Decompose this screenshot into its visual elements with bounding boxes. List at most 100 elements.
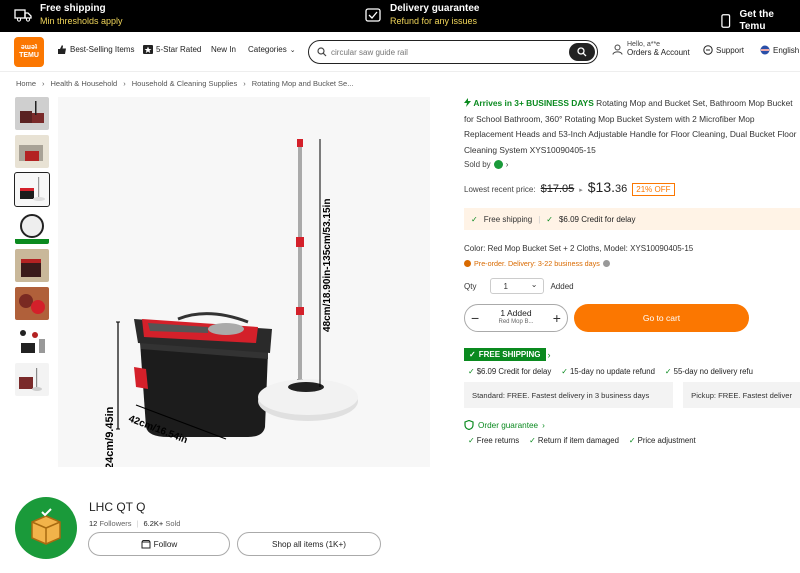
store-name[interactable]: LHC QT Q (89, 500, 145, 514)
plus-button[interactable]: + (553, 310, 561, 326)
thumbnail-4[interactable] (15, 211, 49, 244)
credit-for-delay-label: $6.09 Credit for delay (558, 214, 636, 224)
guarantee-price-adjustment: Price adjustment (637, 436, 696, 445)
alert-icon (464, 260, 471, 267)
chevron-right-icon: › (547, 349, 551, 360)
arrow-right-icon: ▸ (579, 187, 583, 194)
support-link[interactable]: Support (703, 45, 744, 55)
guarantee-return-damaged: Return if item damaged (537, 436, 619, 445)
check-icon: ✓ (468, 367, 477, 376)
price-decimal: 36 (615, 183, 628, 195)
get-app-promo[interactable]: Get the Temu (720, 9, 800, 33)
nav-five-star[interactable]: 5-Star Rated (143, 45, 201, 54)
breadcrumb-current: Rotating Mop and Bucket Se... (251, 79, 354, 88)
search-bar (308, 40, 598, 64)
quantity-value: 1 (503, 281, 508, 291)
sold-by-label: Sold by (464, 160, 491, 169)
store-card: LHC QT Q 12 Followers | 6.2K+ Sold Follo… (15, 497, 415, 567)
free-shipping-promo[interactable]: Free shipping Min thresholds apply (14, 3, 123, 27)
store-avatar[interactable] (15, 497, 77, 559)
help-icon[interactable] (602, 260, 610, 267)
promo-bar: Free shipping Min thresholds apply Deliv… (0, 0, 800, 32)
old-price: $17.05 (540, 183, 575, 195)
benefit-no-update-refund: 15-day no update refund (569, 367, 655, 376)
star-box-icon (143, 45, 153, 54)
thumbnail-2[interactable] (15, 135, 49, 168)
go-to-cart-button[interactable]: Go to cart (574, 304, 749, 332)
seller-avatar-icon[interactable] (493, 160, 503, 169)
cart-row: − 1 Added Red Mop B... + Go to cart (464, 304, 800, 332)
check-icon: ✓ (529, 436, 538, 445)
check-icon: ✓ (546, 214, 553, 224)
thumbnail-6[interactable] (15, 287, 49, 320)
language-selector[interactable]: English (760, 45, 799, 55)
minus-button[interactable]: − (471, 310, 479, 326)
follow-store-icon (141, 539, 151, 548)
nav-new-in[interactable]: New In (211, 45, 236, 54)
free-shipping-title: Free shipping (40, 3, 106, 14)
pickup-delivery-option[interactable]: Pickup: FREE. Fastest deliver (683, 382, 800, 408)
nav-best-selling[interactable]: Best-Selling Items (57, 45, 134, 54)
flag-icon (760, 45, 770, 55)
shipping-credit-box: ✓ Free shipping | ✓ $6.09 Credit for del… (464, 208, 800, 230)
follow-label: Follow (153, 539, 178, 549)
standard-delivery-option[interactable]: Standard: FREE. Fastest delivery in 3 bu… (464, 382, 674, 408)
arrival-estimate: Arrives in 3+ BUSINESS DAYS (473, 98, 594, 108)
thumbnail-3-selected[interactable] (14, 172, 50, 207)
package-icon (31, 508, 61, 545)
shop-all-items-button[interactable]: Shop all items (1K+) (237, 532, 381, 556)
check-icon: ✓ (469, 350, 476, 359)
search-button-icon (577, 47, 587, 57)
breadcrumb-health[interactable]: Health & Household (51, 79, 118, 88)
follow-button[interactable]: Follow (88, 532, 230, 556)
check-icon: ✓ (561, 367, 570, 376)
nav-categories[interactable]: Categories ⌄ (248, 45, 296, 54)
support-label: Support (716, 45, 745, 55)
quantity-stepper: − 1 Added Red Mop B... + (464, 304, 568, 332)
qty-label: Qty (464, 281, 477, 291)
guarantee-points: ✓ Free returns ✓ Return if item damaged … (464, 436, 800, 445)
logo-bottom-text: TEMU (19, 52, 39, 59)
mop-bucket-illustration: 24cm/9.45in 42cm/16.54in 48cm/18.90in-13… (104, 139, 358, 469)
benefit-credit: $6.09 Credit for delay (476, 367, 552, 376)
lowest-price-label: Lowest recent price: (464, 185, 536, 194)
delivery-guarantee-promo[interactable]: Delivery guarantee Refund for any issues (364, 3, 480, 27)
thumbnail-8[interactable] (15, 363, 49, 396)
product-title: Arrives in 3+ BUSINESS DAYS Rotating Mop… (464, 96, 800, 158)
preorder-text: Pre-order. Delivery: 3-22 business days (474, 259, 600, 268)
free-shipping-tag: ✓ FREE SHIPPING (464, 348, 546, 361)
thumbnail-strip (14, 97, 51, 401)
thumbnail-7[interactable] (15, 325, 49, 358)
thumbs-up-icon (58, 45, 66, 54)
product-main-image[interactable]: 24cm/9.45in 42cm/16.54in 48cm/18.90in-13… (58, 97, 430, 469)
account-menu[interactable]: Hello, a**e Orders & Account (612, 41, 690, 57)
quantity-row: Qty 1 ⌄ Added (464, 278, 800, 294)
temu-logo[interactable]: ǝɯǝʇ TEMU (14, 37, 44, 67)
shield-icon (464, 420, 474, 430)
delivery-guarantee-sub: Refund for any issues (390, 16, 478, 26)
chevron-right-icon: › (505, 160, 509, 169)
free-shipping-section[interactable]: ✓ FREE SHIPPING › (464, 348, 800, 361)
check-icon: ✓ (628, 436, 638, 445)
breadcrumb: Home › Health & Household › Household & Cl… (16, 79, 353, 88)
quantity-select[interactable]: 1 ⌄ (490, 278, 545, 294)
user-icon (612, 44, 623, 55)
breadcrumb-separator: › (123, 79, 126, 88)
breadcrumb-household[interactable]: Household & Cleaning Supplies (132, 79, 238, 88)
free-shipping-sub: Min thresholds apply (40, 16, 123, 26)
free-shipping-tag-text: FREE SHIPPING (478, 350, 541, 359)
price-row: Lowest recent price: $17.05 ▸ $13.36 21%… (464, 179, 800, 196)
logo-top-text: ǝɯǝʇ (20, 44, 38, 51)
price-whole: $13. (587, 179, 616, 195)
chevron-right-icon: › (542, 420, 545, 430)
chevron-down-icon: ⌄ (289, 46, 296, 54)
stepper-variant: Red Mop B... (498, 319, 534, 325)
thumbnail-5[interactable] (15, 249, 49, 282)
color-model-label: Color: Red Mop Bucket Set + 2 Cloths, Mo… (464, 244, 694, 253)
thumbnail-1[interactable] (15, 97, 49, 130)
account-greeting: Hello, a**e (627, 41, 661, 48)
breadcrumb-home[interactable]: Home (16, 79, 36, 88)
order-guarantee[interactable]: Order guarantee › (464, 420, 800, 430)
search-input[interactable] (331, 47, 571, 57)
search-button[interactable] (569, 43, 595, 61)
